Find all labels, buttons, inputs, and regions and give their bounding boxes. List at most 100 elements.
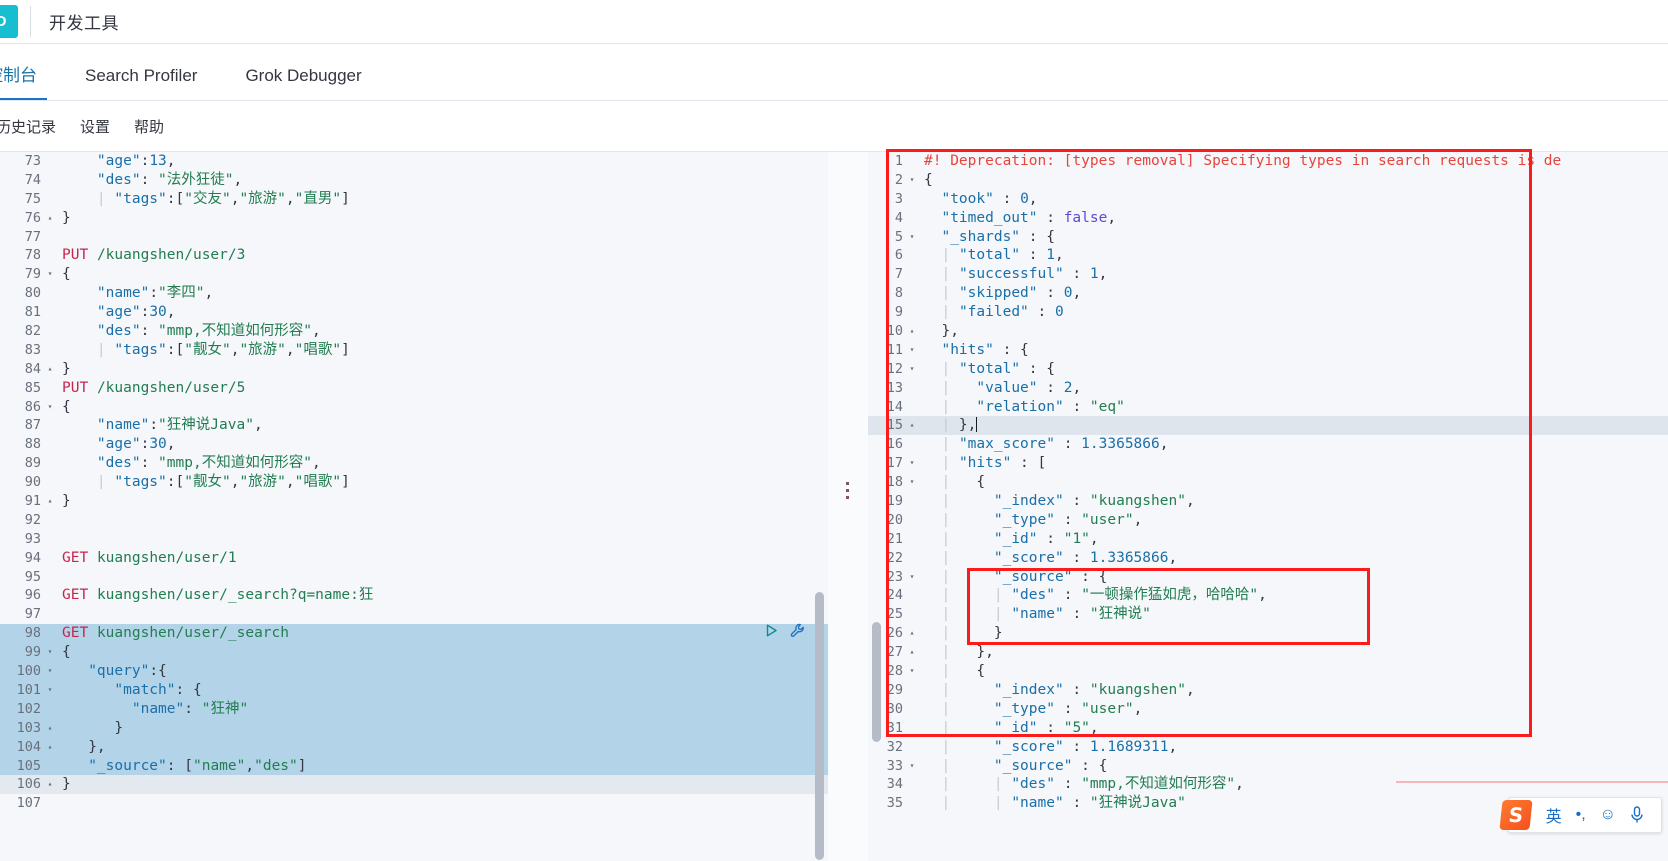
fold-toggle-icon[interactable]: ▾ <box>906 473 918 492</box>
code-line[interactable]: 100 ▾ "query":{ <box>0 662 828 681</box>
code-line[interactable]: 97 <box>0 605 828 624</box>
code-line[interactable]: 6 | "total" : 1, <box>868 246 1668 265</box>
code-line[interactable]: 78 PUT /kuangshen/user/3 <box>0 246 828 265</box>
fold-toggle-icon[interactable]: ▴ <box>906 624 918 643</box>
fold-toggle-icon[interactable]: ▴ <box>906 416 918 435</box>
code-line[interactable]: 10 ▴ }, <box>868 322 1668 341</box>
code-line[interactable]: 11 ▾ "hits" : { <box>868 341 1668 360</box>
fold-toggle-icon[interactable]: ▾ <box>44 398 56 417</box>
code-line[interactable]: 33 ▾ | "_source" : { <box>868 757 1668 776</box>
kibana-logo[interactable]: D <box>0 0 18 43</box>
fold-toggle-icon[interactable]: ▴ <box>44 209 56 228</box>
code-line[interactable]: 90 | "tags":["靓女","旅游","唱歌"] <box>0 473 828 492</box>
code-line[interactable]: 73 "age":13, <box>0 152 828 171</box>
code-line[interactable]: 31 | "_id" : "5", <box>868 719 1668 738</box>
code-line[interactable]: 34 | | "des" : "mmp,不知道如何形容", <box>868 775 1668 794</box>
code-line[interactable]: 9 | "failed" : 0 <box>868 303 1668 322</box>
request-editor-pane[interactable]: 73 "age":13, 74 "des": "法外狂徒", 75 | "tags"… <box>0 152 828 861</box>
code-line[interactable]: 98 GET kuangshen/user/_search <box>0 623 828 645</box>
code-line[interactable]: 14 | "relation" : "eq" <box>868 398 1668 417</box>
code-line[interactable]: 7 | "successful" : 1, <box>868 265 1668 284</box>
code-line[interactable]: 95 <box>0 568 828 587</box>
fold-toggle-icon[interactable]: ▾ <box>906 341 918 360</box>
fold-toggle-icon[interactable]: ▾ <box>44 265 56 284</box>
code-line[interactable]: 17 ▾ | "hits" : [ <box>868 454 1668 473</box>
fold-toggle-icon[interactable]: ▾ <box>906 454 918 473</box>
code-line[interactable]: 84 ▴} <box>0 360 828 379</box>
code-line[interactable]: 102 | "name": "狂神" <box>0 699 828 719</box>
fold-toggle-icon[interactable]: ▴ <box>44 719 56 738</box>
fold-toggle-icon[interactable]: ▴ <box>906 643 918 662</box>
code-line[interactable]: 83 | "tags":["靓女","旅游","唱歌"] <box>0 341 828 360</box>
code-line[interactable]: 86 ▾ { <box>0 398 828 417</box>
code-line[interactable]: 30 | "_type" : "user", <box>868 700 1668 719</box>
code-line[interactable]: 16 | "max_score" : 1.3365866, <box>868 435 1668 454</box>
code-line[interactable]: 99 ▾ { <box>0 643 828 663</box>
code-line[interactable]: 8 | "skipped" : 0, <box>868 284 1668 303</box>
code-line[interactable]: 75 | "tags":["交友","旅游","直男"] <box>0 190 828 209</box>
code-line[interactable]: 77 <box>0 228 828 247</box>
ime-mode-english[interactable]: 英 <box>1539 803 1569 827</box>
code-line[interactable]: 29 | "_index" : "kuangshen", <box>868 681 1668 700</box>
fold-toggle-icon[interactable]: ▾ <box>906 568 918 587</box>
fold-toggle-icon[interactable]: ▴ <box>44 775 56 794</box>
code-line[interactable]: 92 <box>0 511 828 530</box>
code-line[interactable]: 105 "_source": ["name","des"] <box>0 756 828 776</box>
code-line[interactable]: 2 ▾ { <box>868 171 1668 190</box>
ime-punctuation-icon[interactable]: •, <box>1569 806 1593 824</box>
code-line[interactable]: 107 <box>0 794 828 813</box>
fold-toggle-icon[interactable]: ▾ <box>906 171 918 190</box>
code-line[interactable]: 28 ▾ | { <box>868 662 1668 681</box>
code-line[interactable]: 23 ▾ | "_source" : { <box>868 568 1668 587</box>
code-line[interactable]: 79 ▾ { <box>0 265 828 284</box>
code-line[interactable]: 82 "des": "mmp,不知道如何形容", <box>0 322 828 341</box>
code-line[interactable]: 25 | | "name" : "狂神说" <box>868 605 1668 624</box>
wrench-icon[interactable] <box>790 623 806 645</box>
ime-emoji-icon[interactable]: ☺ <box>1593 806 1623 824</box>
code-line[interactable]: 26 ▴ | } <box>868 624 1668 643</box>
code-line[interactable]: 88 "age":30, <box>0 435 828 454</box>
code-line[interactable]: 27 ▴ | }, <box>868 643 1668 662</box>
code-line[interactable]: 103 ▴ | } <box>0 718 828 738</box>
code-line[interactable]: 94 GET kuangshen/user/1 <box>0 549 828 568</box>
menu-item-help[interactable]: 帮助 <box>122 110 176 143</box>
play-icon[interactable] <box>764 623 779 644</box>
splitter-drag-handle[interactable] <box>842 482 852 499</box>
fold-toggle-icon[interactable]: ▴ <box>44 492 56 511</box>
fold-toggle-icon[interactable]: ▾ <box>44 681 56 700</box>
response-scrollbar[interactable] <box>872 622 881 742</box>
code-line[interactable]: 4 "timed_out" : false, <box>868 209 1668 228</box>
code-line[interactable]: 91 ▴} <box>0 492 828 511</box>
menu-item-settings[interactable]: 设置 <box>68 110 122 143</box>
code-line[interactable]: 96 GET kuangshen/user/_search?q=name:狂 <box>0 586 828 605</box>
code-line[interactable]: 18 ▾ | { <box>868 473 1668 492</box>
response-pane[interactable]: 1 #! Deprecation: [types removal] Specify… <box>868 152 1668 861</box>
request-editor[interactable]: 73 "age":13, 74 "des": "法外狂徒", 75 | "tags"… <box>0 152 828 861</box>
request-editor-scrollbar[interactable] <box>815 592 824 860</box>
tab-search-profiler[interactable]: Search Profiler <box>61 67 221 100</box>
code-line[interactable]: 3 "took" : 0, <box>868 190 1668 209</box>
fold-toggle-icon[interactable]: ▾ <box>906 662 918 681</box>
code-line[interactable]: 20 | "_type" : "user", <box>868 511 1668 530</box>
code-line[interactable]: 76 ▴} <box>0 209 828 228</box>
code-line[interactable]: 21 | "_id" : "1", <box>868 530 1668 549</box>
code-line[interactable]: 81 "age":30, <box>0 303 828 322</box>
tab-console[interactable]: 控制台 <box>0 67 61 100</box>
code-line[interactable]: 93 <box>0 530 828 549</box>
fold-toggle-icon[interactable]: ▾ <box>906 757 918 776</box>
code-line[interactable]: 85 PUT /kuangshen/user/5 <box>0 379 828 398</box>
pane-splitter[interactable] <box>828 152 868 861</box>
code-line[interactable]: 12 ▾ | "total" : { <box>868 360 1668 379</box>
code-line[interactable]: 15 ▴ | }, <box>868 416 1668 436</box>
code-line[interactable]: 24 | | "des" : "一顿操作猛如虎，哈哈哈", <box>868 586 1668 605</box>
code-line[interactable]: 1 #! Deprecation: [types removal] Specify… <box>868 152 1668 171</box>
ime-microphone-icon[interactable] <box>1623 806 1651 824</box>
fold-toggle-icon[interactable]: ▾ <box>44 662 56 681</box>
tab-grok-debugger[interactable]: Grok Debugger <box>221 67 385 100</box>
fold-toggle-icon[interactable]: ▴ <box>44 360 56 379</box>
code-line[interactable]: 89 "des": "mmp,不知道如何形容", <box>0 454 828 473</box>
code-line[interactable]: 106 ▴} <box>0 775 828 795</box>
code-line[interactable]: 104 ▴ }, <box>0 737 828 757</box>
code-line[interactable]: 22 | "_score" : 1.3365866, <box>868 549 1668 568</box>
code-line[interactable]: 5 ▾ "_shards" : { <box>868 228 1668 247</box>
